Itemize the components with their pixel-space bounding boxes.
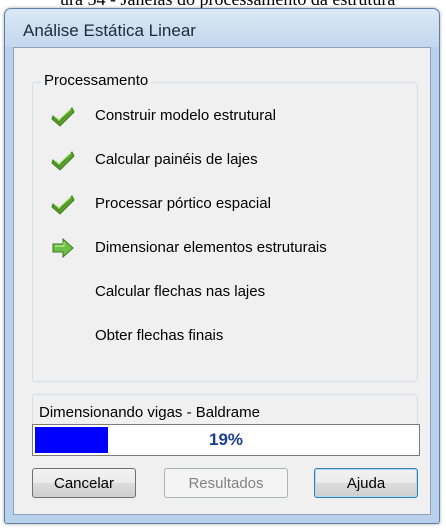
processing-group: Processamento Construir modelo estrutura…	[32, 72, 418, 382]
dialog-client-area: Processamento Construir modelo estrutura…	[13, 47, 431, 515]
progress-percent: 19%	[208, 430, 244, 449]
step-calc-slabs: Calcular painéis de lajes	[33, 147, 413, 173]
step-calc-deflections: Calcular flechas nas lajes	[33, 279, 413, 305]
status-text: Dimensionando vigas - Baldrame	[39, 404, 260, 421]
step-label: Calcular painéis de lajes	[95, 151, 258, 168]
progress-bar: 19%	[32, 424, 420, 456]
help-button[interactable]: Ajuda	[314, 468, 418, 498]
green-check-icon	[51, 149, 75, 171]
cancel-button[interactable]: Cancelar	[32, 468, 136, 498]
step-final-deflections: Obter flechas finais	[33, 323, 413, 349]
title-bar[interactable]: Análise Estática Linear	[5, 9, 439, 47]
step-build-model: Construir modelo estrutural	[33, 103, 413, 129]
green-check-icon	[51, 193, 75, 215]
step-label: Dimensionar elementos estruturais	[95, 239, 327, 256]
processing-group-title: Processamento	[41, 72, 152, 89]
step-label: Obter flechas finais	[95, 327, 224, 344]
step-design-elements: Dimensionar elementos estruturais	[33, 235, 413, 261]
dialog-window: Análise Estática Linear Processamento Co…	[4, 8, 440, 524]
step-label: Processar pórtico espacial	[95, 195, 271, 212]
green-check-icon	[51, 105, 75, 127]
green-arrow-icon	[51, 237, 75, 259]
step-label: Construir modelo estrutural	[95, 107, 276, 124]
step-label: Calcular flechas nas lajes	[95, 283, 266, 300]
window-title: Análise Estática Linear	[23, 21, 196, 40]
step-process-frame: Processar pórtico espacial	[33, 191, 413, 217]
results-button[interactable]: Resultados	[164, 468, 288, 498]
